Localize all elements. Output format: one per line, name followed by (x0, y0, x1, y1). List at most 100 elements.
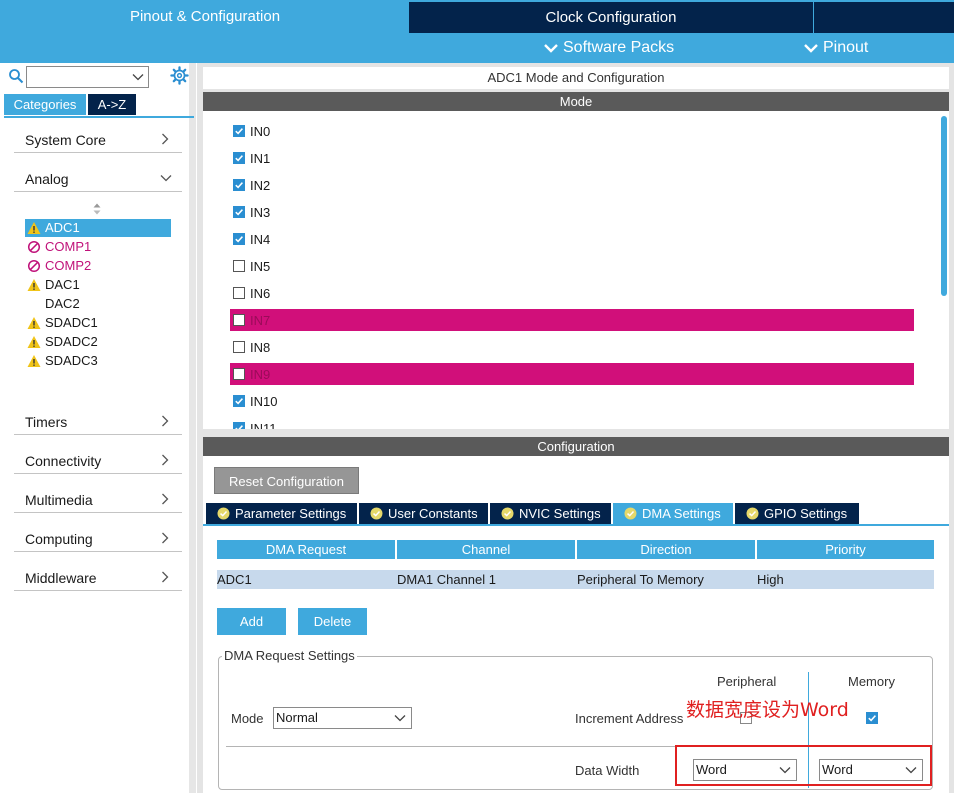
table-row[interactable]: ADC1 DMA1 Channel 1 Peripheral To Memory… (217, 570, 934, 589)
peripheral-sdadc3[interactable]: SDADC3 (25, 352, 171, 370)
column-header-dma-request[interactable]: DMA Request (217, 540, 395, 559)
peripheral-sdadc1[interactable]: SDADC1 (25, 314, 171, 332)
warning-icon (27, 279, 41, 291)
tab-extra[interactable] (814, 2, 954, 33)
tab-label: GPIO Settings (764, 506, 848, 521)
input-row-in5[interactable]: IN5 (230, 255, 914, 277)
category-multimedia[interactable]: Multimedia (14, 487, 182, 513)
input-row-in11[interactable]: IN11 (230, 417, 914, 429)
peripheral-label: COMP1 (45, 239, 92, 254)
checkbox-in7[interactable] (233, 314, 245, 326)
input-row-in2[interactable]: IN2 (230, 174, 914, 196)
peripheral-label: SDADC1 (45, 315, 98, 330)
input-row-in0[interactable]: IN0 (230, 120, 914, 142)
search-icon[interactable] (8, 68, 24, 84)
tab-clock-configuration[interactable]: Clock Configuration (409, 2, 813, 33)
chevron-down-icon (544, 43, 558, 53)
warning-icon (27, 336, 41, 348)
increment-address-label: Increment Address (575, 711, 684, 726)
checkbox-in11[interactable] (233, 422, 245, 429)
input-label: IN0 (250, 124, 271, 139)
category-connectivity[interactable]: Connectivity (14, 448, 182, 474)
input-row-in9[interactable]: IN9 (230, 363, 914, 385)
peripheral-label: SDADC2 (45, 334, 98, 349)
menu-software-packs[interactable]: Software Packs (543, 37, 674, 59)
delete-button[interactable]: Delete (298, 608, 367, 635)
category-middleware[interactable]: Middleware (14, 565, 182, 591)
page-title: ADC1 Mode and Configuration (203, 67, 949, 89)
column-header-priority[interactable]: Priority (757, 540, 934, 559)
checkbox-in10[interactable] (233, 395, 245, 407)
peripheral-sdadc2[interactable]: SDADC2 (25, 333, 171, 351)
check-circle-icon (746, 507, 759, 520)
search-combobox[interactable] (26, 66, 149, 88)
group-legend: DMA Request Settings (222, 647, 357, 665)
chevron-down-icon (160, 175, 172, 182)
peripheral-column-label: Peripheral (717, 674, 777, 689)
input-row-in8[interactable]: IN8 (230, 336, 914, 358)
peripheral-adc1[interactable]: ADC1 (25, 219, 171, 237)
tab-user-constants[interactable]: User Constants (359, 503, 488, 524)
increment-memory-checkbox[interactable] (866, 712, 878, 724)
peripheral-label: SDADC3 (45, 353, 98, 368)
category-computing[interactable]: Computing (14, 526, 182, 552)
category-system-core[interactable]: System Core (14, 127, 182, 153)
peripheral-dac2[interactable]: DAC2 (25, 295, 171, 313)
peripheral-comp2[interactable]: COMP2 (25, 257, 171, 275)
input-label: IN4 (250, 232, 271, 247)
checkbox-in8[interactable] (233, 341, 245, 353)
add-button[interactable]: Add (217, 608, 286, 635)
column-header-channel[interactable]: Channel (397, 540, 575, 559)
peripheral-dac1[interactable]: DAC1 (25, 276, 171, 294)
check-circle-icon (217, 507, 230, 520)
cell-dma-request: ADC1 (217, 572, 252, 587)
category-label: Computing (25, 531, 93, 547)
input-label: IN7 (250, 313, 271, 328)
gear-icon[interactable] (170, 66, 189, 85)
checkbox-in6[interactable] (233, 287, 245, 299)
tab-parameter-settings[interactable]: Parameter Settings (206, 503, 357, 524)
check-icon (235, 128, 243, 135)
checkbox-in3[interactable] (233, 206, 245, 218)
tab-dma-settings[interactable]: DMA Settings (613, 503, 733, 524)
tab-pinout-configuration[interactable]: Pinout & Configuration (2, 0, 408, 33)
checkbox-in1[interactable] (233, 152, 245, 164)
input-row-in1[interactable]: IN1 (230, 147, 914, 169)
category-timers[interactable]: Timers (14, 409, 182, 435)
check-icon (235, 425, 243, 429)
memory-column-label: Memory (848, 674, 895, 689)
tab-categories[interactable]: Categories (4, 94, 86, 115)
sort-icon[interactable] (92, 203, 102, 215)
column-header-direction[interactable]: Direction (577, 540, 755, 559)
input-label: IN1 (250, 151, 271, 166)
tab-gpio-settings[interactable]: GPIO Settings (735, 503, 859, 524)
peripheral-comp1[interactable]: COMP1 (25, 238, 171, 256)
chevron-down-icon (804, 43, 818, 53)
input-row-in6[interactable]: IN6 (230, 282, 914, 304)
menu-pinout[interactable]: Pinout (803, 37, 868, 59)
mode-scrollbar-thumb[interactable] (941, 116, 947, 296)
input-label: IN6 (250, 286, 271, 301)
checkbox-in0[interactable] (233, 125, 245, 137)
checkbox-in9[interactable] (233, 368, 245, 380)
sidebar-scrollbar[interactable] (189, 63, 196, 793)
input-row-in7[interactable]: IN7 (230, 309, 914, 331)
cell-direction: Peripheral To Memory (577, 572, 704, 587)
input-row-in10[interactable]: IN10 (230, 390, 914, 412)
data-width-label: Data Width (575, 763, 640, 778)
input-row-in3[interactable]: IN3 (230, 201, 914, 223)
annotation-text: 数据宽度设为Word (686, 699, 849, 721)
input-row-in4[interactable]: IN4 (230, 228, 914, 250)
checkbox-in4[interactable] (233, 233, 245, 245)
checkbox-in2[interactable] (233, 179, 245, 191)
category-label: Middleware (25, 570, 97, 586)
tab-a-to-z[interactable]: A->Z (88, 94, 136, 115)
checkbox-in5[interactable] (233, 260, 245, 272)
check-icon (235, 236, 243, 243)
mode-select[interactable]: Normal (273, 707, 412, 729)
peripheral-label: ADC1 (45, 220, 80, 235)
category-analog[interactable]: Analog (14, 166, 182, 192)
mode-section-header: Mode (203, 92, 949, 111)
tab-nvic-settings[interactable]: NVIC Settings (490, 503, 611, 524)
reset-configuration-button[interactable]: Reset Configuration (214, 467, 359, 494)
